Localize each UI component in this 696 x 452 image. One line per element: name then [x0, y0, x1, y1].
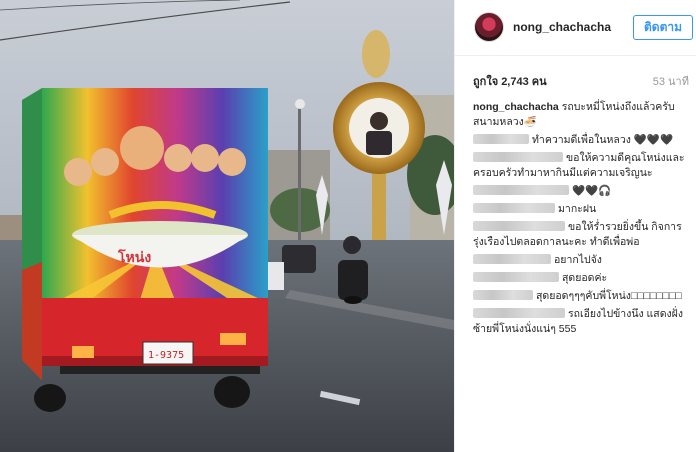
comment-username-redacted[interactable]	[473, 221, 565, 231]
comment-username-redacted[interactable]	[473, 152, 563, 162]
comment-list: nong_chachacha รถบะหมี่โหน่งถึงแล้วครับ …	[473, 100, 695, 340]
comment-item: สุดยอดๆๆๆคับพี่โหน่ง□□□□□□□□	[473, 289, 695, 304]
post-photo[interactable]: โหน่ง 1-9375	[0, 0, 454, 452]
post-sidebar: nong_chachacha ติดตาม ถูกใจ 2,743 คน 53 …	[454, 0, 696, 452]
comment-item: มากะฝน	[473, 202, 695, 217]
username[interactable]: nong_chachacha	[513, 20, 611, 34]
follow-button[interactable]: ติดตาม	[633, 15, 693, 40]
license-plate: 1-9375	[148, 350, 184, 361]
comment-username-redacted[interactable]	[473, 203, 555, 213]
comment-item: 🖤🖤🎧	[473, 184, 695, 199]
comment-username-redacted[interactable]	[473, 134, 529, 144]
comment-text: อยากไปจัง	[554, 254, 602, 266]
avatar[interactable]	[474, 12, 504, 42]
comment-username-redacted[interactable]	[473, 308, 565, 318]
comment-item: สุดยอดค่ะ	[473, 271, 695, 286]
comment-username-redacted[interactable]	[473, 254, 551, 264]
likes-count[interactable]: ถูกใจ 2,743 คน	[473, 76, 547, 88]
post-meta: ถูกใจ 2,743 คน 53 นาที	[473, 72, 693, 90]
comment-text: สุดยอดค่ะ	[562, 272, 608, 284]
comment-username-redacted[interactable]	[473, 272, 559, 282]
truck-sign-text: โหน่ง	[117, 248, 151, 266]
comment-username-redacted[interactable]	[473, 290, 533, 300]
comment-item: อยากไปจัง	[473, 253, 695, 268]
comment-item: ขอให้ร่ำรวยยิ่งขึ้น กิจการรุ่งเรืองไปตลอ…	[473, 220, 695, 250]
comment-item: ทำความดีเพื่อในหลวง 🖤🖤🖤	[473, 133, 695, 148]
post-time[interactable]: 53 นาที	[653, 72, 689, 90]
comment-item: ขอให้ความดีคุณโหน่งและครอบครัวทำมาหากินม…	[473, 151, 695, 181]
comment-item: รถเอียงไปข้างนึง แสดงฝั่งซ้ายพี่โหน่งนั่…	[473, 307, 695, 337]
comment-text: สุดยอดๆๆๆคับพี่โหน่ง□□□□□□□□	[536, 290, 682, 302]
comment-text: ทำความดีเพื่อในหลวง 🖤🖤🖤	[532, 134, 674, 146]
comment-item: nong_chachacha รถบะหมี่โหน่งถึงแล้วครับ …	[473, 100, 695, 130]
comment-username-redacted[interactable]	[473, 185, 569, 195]
comment-text: มากะฝน	[558, 203, 597, 215]
comment-username[interactable]: nong_chachacha	[473, 101, 562, 113]
truck-photo-illustration: โหน่ง 1-9375	[0, 0, 454, 452]
post-header: nong_chachacha ติดตาม	[455, 0, 696, 56]
comment-text: 🖤🖤🎧	[572, 185, 612, 197]
